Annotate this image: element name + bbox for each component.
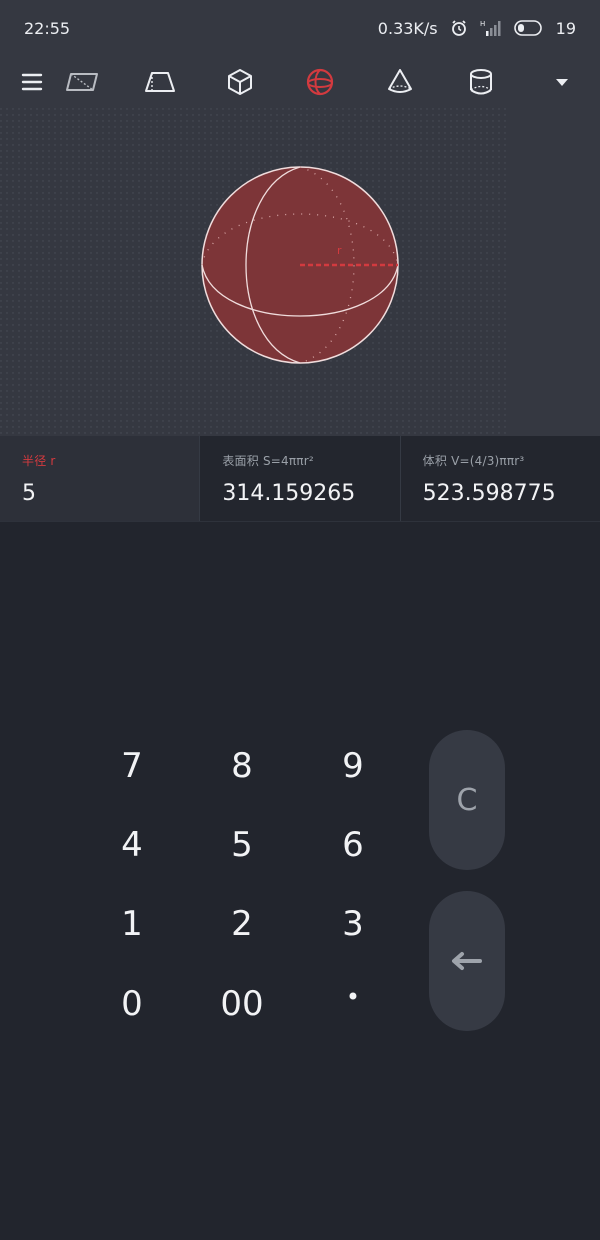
surface-area-field[interactable]: 表面积 S=4ππr² 314.159265 [200, 436, 401, 521]
key-decimal-point[interactable]: • [308, 962, 398, 1032]
key-1[interactable]: 1 [87, 889, 177, 959]
key-9[interactable]: 9 [308, 731, 398, 801]
svg-text:H: H [480, 20, 485, 28]
key-00[interactable]: 00 [197, 969, 287, 1039]
battery-icon [513, 20, 544, 36]
volume-field[interactable]: 体积 V=(4/3)ππr³ 523.598775 [400, 436, 600, 521]
cube-icon [228, 69, 252, 95]
radius-field[interactable]: 半径 r 5 [0, 436, 201, 521]
sphere-icon [306, 68, 334, 96]
shape-toolbar [0, 56, 600, 108]
volume-value: 523.598775 [422, 481, 556, 506]
signal-icon: H [480, 19, 502, 37]
status-time: 22:55 [24, 18, 71, 38]
key-7[interactable]: 7 [87, 731, 177, 801]
cone-icon [388, 69, 412, 93]
dropdown-icon [556, 79, 568, 86]
shape-dropdown-button[interactable] [542, 62, 582, 102]
shape-tab-parallelogram[interactable] [62, 62, 102, 102]
shape-tab-cone[interactable] [380, 62, 420, 102]
menu-icon [21, 73, 43, 91]
number-keypad: 7 8 9 4 5 6 1 2 3 0 00 • C [0, 522, 600, 1240]
net-speed: 0.33K/s [377, 18, 438, 38]
backspace-arrow-icon [452, 952, 482, 970]
key-4[interactable]: 4 [87, 810, 177, 880]
trapezoid-icon [145, 72, 175, 92]
shape-canvas[interactable]: r [0, 108, 600, 436]
shape-tab-cylinder[interactable] [461, 62, 501, 102]
status-right: 0.33K/s H 19 [378, 19, 576, 38]
shape-tab-sphere[interactable] [300, 62, 340, 102]
key-0[interactable]: 0 [87, 969, 177, 1039]
key-6[interactable]: 6 [308, 810, 398, 880]
key-3[interactable]: 3 [308, 889, 398, 959]
volume-label: 体积 V=(4/3)ππr³ [422, 454, 525, 468]
key-8[interactable]: 8 [197, 731, 287, 801]
surface-area-value: 314.159265 [222, 481, 356, 506]
surface-area-label: 表面积 S=4ππr² [222, 454, 314, 468]
backspace-button[interactable] [429, 891, 505, 1031]
values-row: 半径 r 5 表面积 S=4ππr² 314.159265 体积 V=(4/3)… [0, 436, 600, 522]
key-5[interactable]: 5 [197, 810, 287, 880]
radius-label: r [337, 244, 342, 257]
parallelogram-icon [66, 73, 98, 91]
radius-value: 5 [22, 481, 36, 506]
status-bar: 22:55 0.33K/s H 19 [0, 0, 600, 56]
cylinder-icon [470, 69, 492, 95]
alarm-icon [450, 19, 468, 37]
shape-tab-trapezoid[interactable] [140, 62, 180, 102]
menu-button[interactable] [12, 62, 52, 102]
radius-label-text: 半径 r [22, 454, 56, 468]
key-2[interactable]: 2 [197, 889, 287, 959]
shape-tab-cube[interactable] [220, 62, 260, 102]
battery-level: 19 [555, 18, 576, 38]
clear-button[interactable]: C [429, 730, 505, 870]
sphere-figure: r [0, 108, 510, 436]
